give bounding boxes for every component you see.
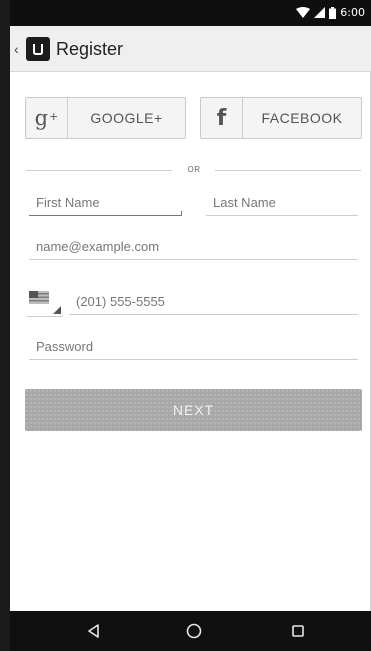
dropdown-triangle-icon <box>53 306 61 314</box>
country-code-select[interactable] <box>27 289 63 317</box>
password-input[interactable]: Password <box>29 336 358 360</box>
phone-placeholder: (201) 555-5555 <box>76 294 165 309</box>
back-triangle-icon[interactable] <box>82 619 106 643</box>
chevron-left-icon[interactable]: ‹ <box>14 40 19 58</box>
page-title: Register <box>56 39 124 59</box>
facebook-label: FACEBOOK <box>261 110 343 126</box>
status-bar: 6:00 <box>10 0 371 26</box>
facebook-button[interactable]: f FACEBOOK <box>200 97 362 139</box>
divider-line-left <box>26 170 172 171</box>
first-name-placeholder: First Name <box>36 195 100 210</box>
battery-icon <box>329 6 337 19</box>
system-nav-bar <box>10 611 371 651</box>
us-flag-icon <box>29 291 49 304</box>
input-underline-mark <box>181 211 182 215</box>
divider-line-right <box>215 170 361 171</box>
next-button[interactable]: NEXT <box>25 389 362 431</box>
last-name-placeholder: Last Name <box>213 195 276 210</box>
email-placeholder: name@example.com <box>36 239 160 254</box>
last-name-input[interactable]: Last Name <box>206 192 358 216</box>
wifi-icon <box>296 7 311 18</box>
email-input[interactable]: name@example.com <box>29 236 358 260</box>
uber-logo-icon[interactable] <box>26 37 50 61</box>
google-plus-icon: g + <box>26 98 68 138</box>
google-plus-label: GOOGLE+ <box>90 110 163 126</box>
password-placeholder: Password <box>36 339 94 354</box>
status-icons: 6:00 <box>296 6 365 19</box>
app-bar: ‹ Register <box>10 26 371 72</box>
status-time: 6:00 <box>340 6 365 19</box>
first-name-input[interactable]: First Name <box>29 192 182 216</box>
recents-square-icon[interactable] <box>286 619 310 643</box>
phone-screen: 6:00 ‹ Register g + GOOGLE+ f FACEBOOK OR… <box>0 0 371 651</box>
google-plus-button[interactable]: g + GOOGLE+ <box>25 97 186 139</box>
next-button-label: NEXT <box>172 402 215 418</box>
signal-icon <box>314 7 326 18</box>
facebook-icon: f <box>201 98 243 138</box>
home-circle-icon[interactable] <box>182 619 206 643</box>
divider-or-text: OR <box>187 165 201 174</box>
phone-number-input[interactable]: (201) 555-5555 <box>69 291 358 315</box>
